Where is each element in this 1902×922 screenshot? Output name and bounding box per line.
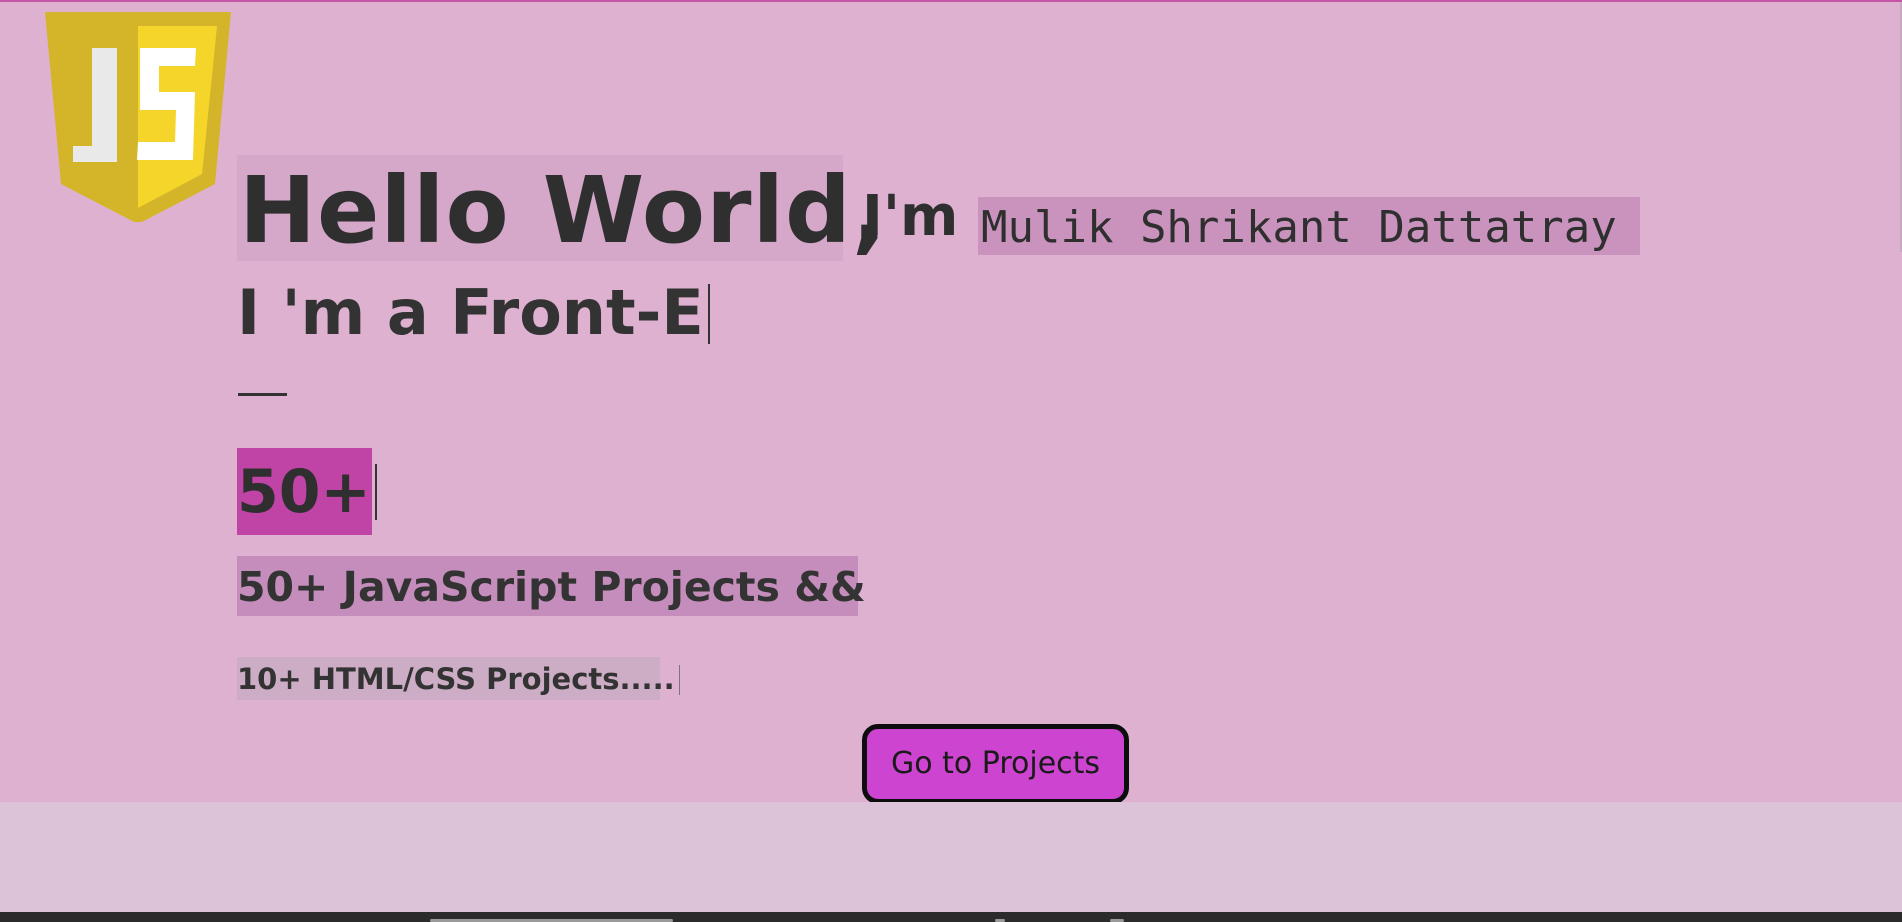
typed-role-text: I 'm a Front-E: [237, 276, 704, 349]
html-projects-line: 10+ HTML/CSS Projects.....: [237, 657, 680, 700]
project-counter-text: 50+: [237, 457, 371, 527]
intro-text: I'm: [862, 184, 959, 249]
logo-letter-s: [137, 48, 196, 160]
typing-caret: [678, 665, 680, 695]
hero-section: Hello World, I'm Mulik Shrikant Dattatra…: [0, 0, 1902, 804]
js-projects-text: 50+ JavaScript Projects &&: [237, 556, 866, 616]
go-to-projects-button[interactable]: Go to Projects: [862, 724, 1129, 804]
greeting-text: Hello World,: [237, 155, 888, 264]
footer-band: [0, 802, 1902, 912]
divider-dash: [238, 393, 287, 396]
javascript-logo-icon: [45, 12, 231, 222]
typing-caret: [707, 284, 710, 344]
taskbar: [0, 912, 1902, 922]
project-counter: 50+: [237, 448, 377, 535]
html-projects-text: 10+ HTML/CSS Projects.....: [237, 662, 675, 696]
typed-role-line: I 'm a Front-E: [237, 277, 710, 349]
page: Hello World, I'm Mulik Shrikant Dattatra…: [0, 0, 1902, 922]
author-name: Mulik Shrikant Dattatray: [978, 197, 1640, 255]
typing-caret: [374, 464, 377, 520]
